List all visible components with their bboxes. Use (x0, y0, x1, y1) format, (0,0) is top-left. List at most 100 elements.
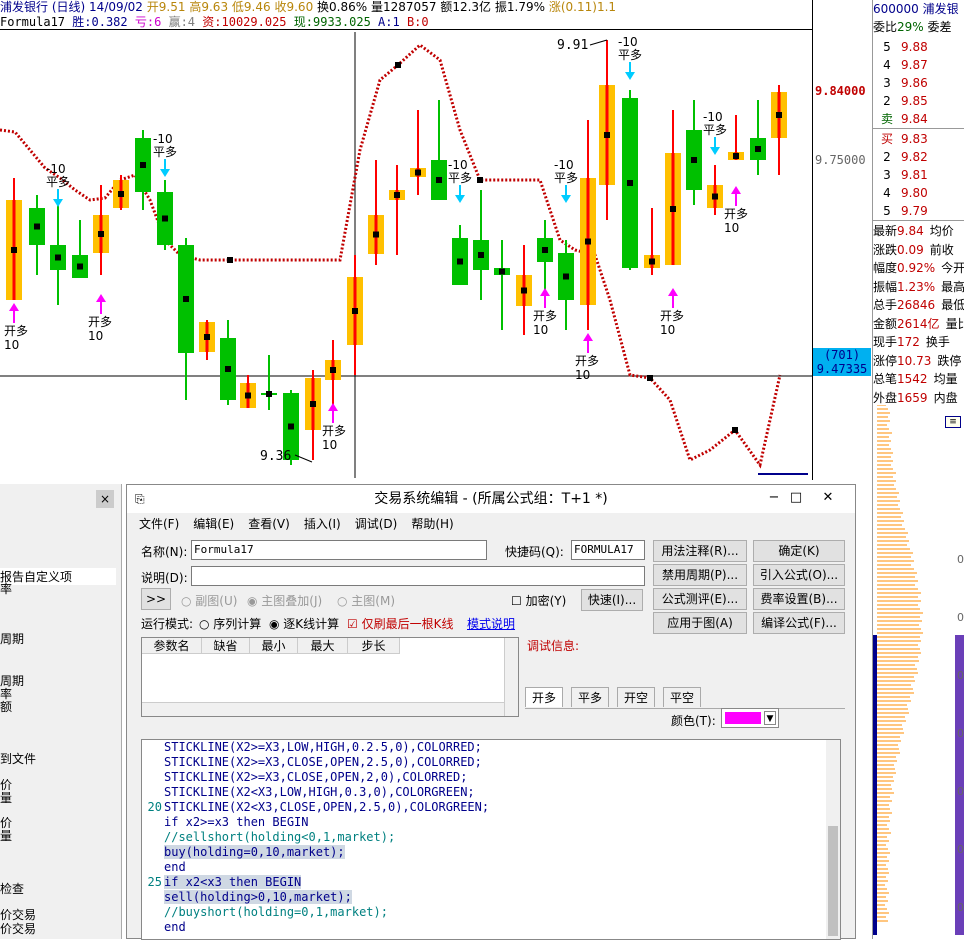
grid-header[interactable]: 缺省 (202, 638, 250, 654)
change-value: (0.11)1.1 (560, 0, 617, 14)
grid-header[interactable]: 步长 (348, 638, 400, 654)
candle-dot (733, 153, 739, 159)
code-line[interactable]: 20 STICKLINE(X2<X3,CLOSE,OPEN,2.5,0),COLO… (142, 800, 828, 815)
stat-label: 幅度 (873, 261, 898, 275)
shortcut-input[interactable]: FORMULA17 (571, 540, 645, 560)
close-long-qty: -10 (618, 35, 638, 49)
formula-stats: Formula17 胜:0.382 亏:6 赢:4 资:10029.025 现:… (0, 14, 812, 30)
line-number: 20 (147, 800, 162, 814)
kline-chart[interactable]: 开多 10 开多 10 开多 10 开多 10 开多 10 开多 10 开多 10 -10 平多 -10 平多 -1… (0, 0, 812, 480)
code-line[interactable]: STICKLINE(X2>=X3,CLOSE,OPEN,2,0),COLORRE… (142, 770, 828, 785)
grid-hscrollbar[interactable] (142, 702, 504, 716)
stat-right-label: 最高 (941, 279, 964, 294)
menu-item[interactable]: 帮助(H) (411, 517, 453, 531)
axis-tick: 9.75000 (815, 153, 866, 167)
stat-row: 涨停10.73 跌停 (873, 352, 964, 370)
code-line[interactable]: STICKLINE(X2<X3,LOW,HIGH,0.3,0),COLORGRE… (142, 785, 828, 800)
test-button[interactable]: 公式测评(E)... (653, 588, 747, 610)
code-text: STICKLINE(X2>=X3,LOW,HIGH,0.2.5,0),COLOR… (164, 740, 482, 754)
left-panel-item[interactable]: 率 (0, 580, 12, 597)
last-only-checkbox[interactable]: ☑ 仅刷最后一根K线 (347, 615, 453, 632)
menu-item[interactable]: 编辑(E) (193, 517, 234, 531)
param-grid[interactable]: 参数名 缺省 最小 最大 步长 (141, 637, 519, 717)
code-line[interactable]: //sellshort(holding<0,1,market); (142, 830, 828, 845)
code-text: //buyshort(holding=0,1,market); (164, 905, 388, 919)
menu-item[interactable]: 调试(D) (355, 517, 398, 531)
code-line[interactable]: sell(holding>0,10,market); (142, 890, 828, 905)
left-panel-item[interactable]: 量 (0, 827, 12, 844)
code-line[interactable]: //buyshort(holding=0,1,market); (142, 905, 828, 920)
speed-button[interactable]: 快速(I)... (581, 589, 643, 611)
list-icon[interactable]: ≡ (945, 416, 961, 428)
left-panel-item[interactable]: 报告自定义项 (0, 568, 116, 585)
stat-value: 0.92% (897, 261, 936, 275)
stat-right-label: 前收 (929, 242, 954, 257)
menu-item[interactable]: 插入(I) (304, 517, 341, 531)
left-panel-item[interactable]: 检查 (0, 880, 24, 897)
code-line[interactable]: 25 if x2<x3 then BEGIN (142, 875, 828, 890)
fee-button[interactable]: 费率设置(B)... (753, 588, 845, 610)
apply-button[interactable]: 应用于图(A) (653, 612, 747, 634)
mode-help-link[interactable]: 模式说明 (467, 615, 515, 632)
high-label: 高 (189, 0, 202, 14)
close-long-label: 平多 (618, 48, 642, 62)
import-button[interactable]: 引入公式(O)... (753, 564, 845, 586)
radio-overlay[interactable]: ◉ 主图叠加(J) (247, 592, 322, 609)
profile-axis-label: 00 (957, 727, 964, 740)
code-editor[interactable]: STICKLINE(X2>=X3,LOW,HIGH,0.2.5,0),COLOR… (141, 739, 841, 940)
ok-button[interactable]: 确定(K) (753, 540, 845, 562)
code-line[interactable]: STICKLINE(X2>=X3,CLOSE,OPEN,2.5,0),COLOR… (142, 755, 828, 770)
expand-button[interactable]: >> (141, 588, 171, 610)
tab-0[interactable]: 开多 (525, 687, 564, 707)
code-line[interactable]: STICKLINE(X2>=X3,LOW,HIGH,0.2.5,0),COLOR… (142, 740, 828, 755)
seq-calc-radio[interactable]: ○ 序列计算 (199, 615, 261, 632)
code-line[interactable]: if x2>=x3 then BEGIN (142, 815, 828, 830)
left-panel-item[interactable]: 额 (0, 698, 12, 715)
tab-1[interactable]: 平多 (571, 687, 610, 707)
minimize-icon[interactable]: − (763, 489, 785, 507)
left-panel[interactable]: × 报告自定义项率周期 周期率额到文件价量价量检查 价交易 价交易 (0, 484, 122, 939)
grid-header[interactable]: 参数名 (142, 638, 202, 654)
candle-dot (499, 268, 505, 275)
close-icon[interactable]: × (96, 490, 114, 508)
code-line[interactable]: buy(holding=0,10,market); (142, 845, 828, 860)
desc-input[interactable] (191, 566, 645, 586)
stop-dot (227, 257, 233, 263)
compile-button[interactable]: 编译公式(F)... (753, 612, 845, 634)
grid-header[interactable]: 最小 (250, 638, 298, 654)
dialog-titlebar[interactable]: ⎘ 交易系统编辑 - (所属公式组：T+1 *) − □ ✕ (127, 485, 855, 513)
usage-button[interactable]: 用法注释(R)... (653, 540, 747, 562)
grid-scrollbar[interactable] (504, 638, 518, 716)
bar-calc-radio[interactable]: ◉ 逐K线计算 (269, 615, 339, 632)
tab-3[interactable]: 平空 (663, 687, 702, 707)
chevron-down-icon[interactable]: ▼ (764, 711, 776, 725)
formula-editor-dialog[interactable]: ⎘ 交易系统编辑 - (所属公式组：T+1 *) − □ ✕ 文件(F) 编辑(E… (126, 484, 856, 940)
color-select[interactable]: ▼ (721, 708, 779, 728)
level-index: 4 (883, 58, 891, 72)
kline-canvas[interactable]: 开多10开多10开多10开多10开多10开多10开多10-10平多-10平多-1… (0, 0, 812, 480)
code-line[interactable]: end (142, 920, 828, 935)
profile-axis-label: 00 (957, 611, 964, 624)
stock-name: 浦发银行 (0, 0, 49, 14)
radio-sub[interactable]: ○ 副图(U) (181, 592, 237, 609)
encrypt-checkbox[interactable]: ☐ 加密(Y) (511, 592, 566, 609)
maximize-icon[interactable]: □ (785, 489, 807, 507)
ban-period-button[interactable]: 禁用周期(P)... (653, 564, 747, 586)
menu-item[interactable]: 文件(F) (139, 517, 179, 531)
grid-header[interactable]: 最大 (298, 638, 348, 654)
level-index: 5 (883, 40, 891, 54)
left-panel-item[interactable]: 到文件 (0, 750, 36, 767)
scroll-thumb[interactable] (828, 826, 838, 936)
left-panel-item[interactable]: 量 (0, 789, 12, 806)
left-panel-item[interactable]: 周期 (0, 630, 24, 647)
code-line[interactable]: end (142, 860, 828, 875)
left-panel-item[interactable]: 价交易 (0, 920, 36, 937)
close-icon[interactable]: ✕ (817, 489, 839, 507)
menu-item[interactable]: 查看(V) (248, 517, 290, 531)
stock-name-short: 浦发银 (922, 2, 959, 16)
formula-name: Formula17 (0, 15, 66, 29)
tab-2[interactable]: 开空 (617, 687, 656, 707)
code-scrollbar[interactable] (826, 740, 840, 939)
name-input[interactable]: Formula17 (191, 540, 487, 560)
radio-main[interactable]: ○ 主图(M) (337, 592, 395, 609)
